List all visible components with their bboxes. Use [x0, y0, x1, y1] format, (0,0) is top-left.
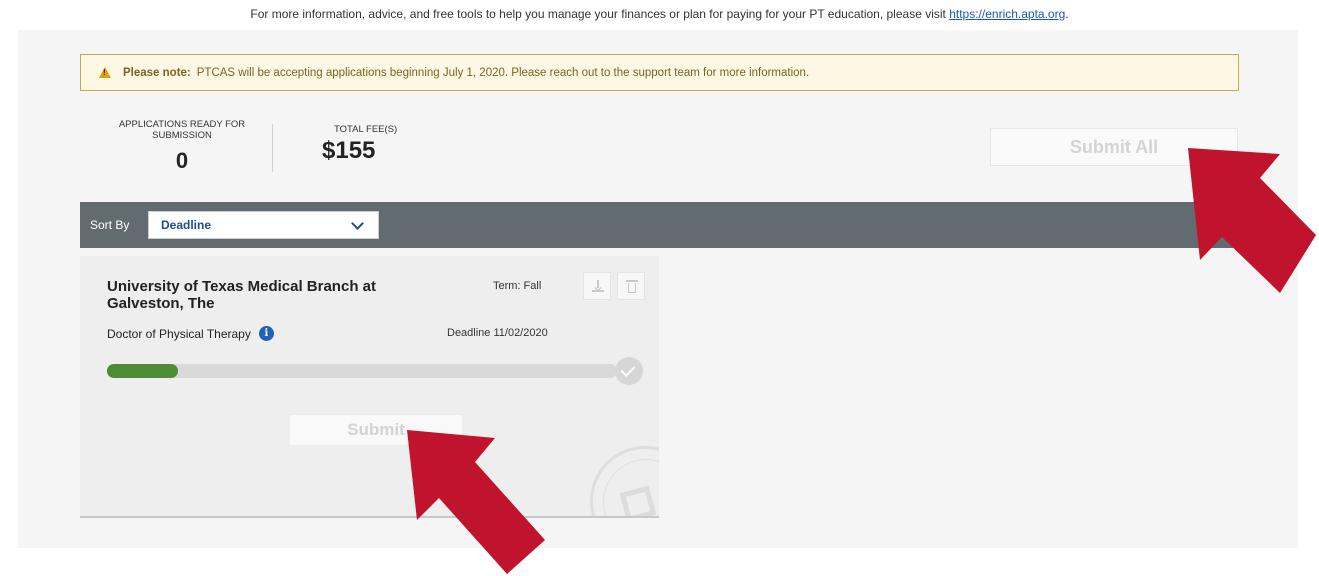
notice-label: Please note: — [123, 66, 191, 79]
program-label: Doctor of Physical Therapy — [107, 326, 251, 341]
stat-divider — [272, 124, 273, 172]
sort-by-label: Sort By — [90, 218, 130, 232]
progress-bar — [107, 364, 617, 378]
chevron-down-icon — [351, 217, 364, 230]
term-label: Term: Fall — [493, 280, 542, 292]
download-icon — [592, 280, 604, 292]
notice-banner: Please note: PTCAS will be accepting app… — [80, 54, 1239, 91]
applications-ready-value: 0 — [175, 148, 189, 173]
notice-text: PTCAS will be accepting applications beg… — [196, 66, 810, 79]
total-fee-value: $155 — [322, 137, 376, 164]
info-suffix: . — [1065, 7, 1069, 21]
school-name: University of Texas Medical Branch at Ga… — [107, 278, 376, 312]
finance-info-text: For more information, advice, and free t… — [0, 7, 1319, 21]
delete-button[interactable] — [617, 272, 645, 300]
download-button[interactable] — [583, 272, 611, 300]
application-card: University of Texas Medical Branch at Ga… — [80, 256, 659, 518]
program-name: Doctor of Physical Therapy i — [107, 326, 274, 341]
seal-watermark-icon — [590, 446, 659, 516]
info-text: For more information, advice, and free t… — [250, 7, 950, 21]
sort-bar: Sort By Deadline — [80, 202, 1239, 248]
sort-select[interactable]: Deadline — [148, 211, 379, 239]
info-icon[interactable]: i — [258, 326, 274, 341]
annotation-arrow-icon — [407, 430, 545, 574]
total-fee-stat: TOTAL FEE(S) $155 — [322, 124, 422, 165]
page: For more information, advice, and free t… — [0, 0, 1319, 576]
annotation-arrow-icon — [1188, 148, 1316, 293]
warning-icon — [99, 67, 111, 78]
applications-ready-label: APPLICATIONS READY FOR SUBMISSION — [118, 119, 246, 141]
enrich-link[interactable]: https://enrich.apta.org — [949, 7, 1065, 21]
deadline-label: Deadline 11/02/2020 — [447, 327, 548, 339]
sort-selected-value: Deadline — [161, 218, 212, 232]
total-fee-label: TOTAL FEE(S) — [334, 124, 398, 135]
progress-fill — [107, 364, 179, 378]
applications-ready-stat: APPLICATIONS READY FOR SUBMISSION 0 — [112, 119, 252, 174]
trash-icon — [626, 280, 638, 293]
checkmark-icon — [615, 357, 643, 385]
